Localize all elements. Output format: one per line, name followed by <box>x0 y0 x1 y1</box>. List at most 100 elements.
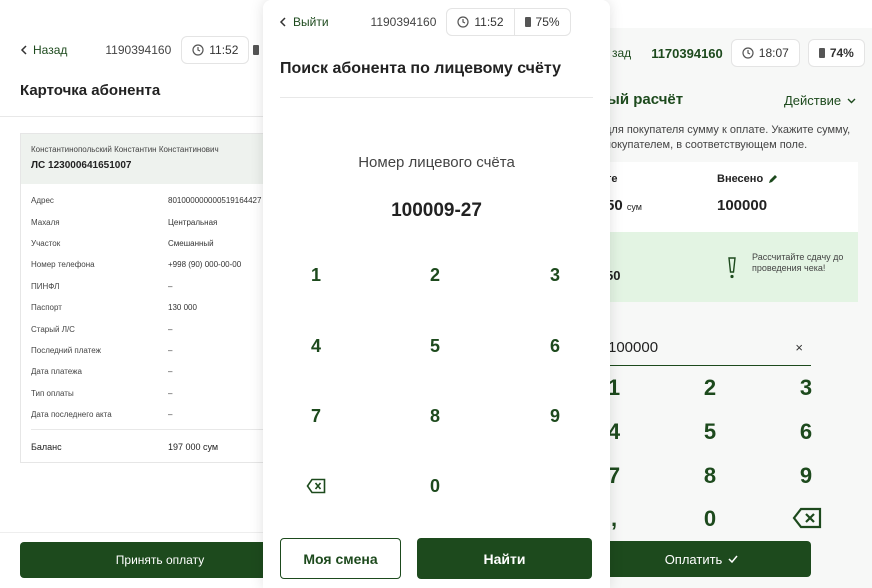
row-key: Последний платеж <box>31 345 101 355</box>
divider <box>31 429 280 431</box>
row-key: Старый Л/С <box>31 324 75 334</box>
exit-label: Выйти <box>293 15 329 29</box>
amount-input[interactable]: 100000 × <box>608 330 811 366</box>
clock-icon <box>742 47 754 59</box>
pencil-icon[interactable] <box>768 174 778 184</box>
change-warning: Рассчитайте сдачу до проведения чека! <box>752 252 844 273</box>
chevron-left-icon <box>20 45 27 55</box>
info-row: Номер телефона +998 (90) 000-00-00 <box>31 254 280 275</box>
back-label: Назад <box>33 43 68 57</box>
left-topbar: Назад 1190394160 11:52 <box>20 36 260 64</box>
row-value: – <box>168 388 173 398</box>
clock-icon <box>192 44 204 56</box>
row-value: – <box>168 324 173 334</box>
key-3[interactable]: 3 <box>786 375 826 401</box>
key-8[interactable]: 8 <box>690 463 730 489</box>
row-value: – <box>168 345 173 355</box>
info-row: Тип оплаты – <box>31 383 280 404</box>
battery-chip: 75% <box>514 8 571 36</box>
card-header: Константинопольский Константин Константи… <box>21 134 290 184</box>
time-chip: 11:52 <box>181 36 250 64</box>
key-5[interactable]: 5 <box>405 336 465 357</box>
account-number: 1190394160 <box>370 15 437 29</box>
due-value: 50 сум <box>606 197 642 214</box>
row-key: Тип оплаты <box>31 388 74 398</box>
action-dropdown[interactable]: Действие <box>784 93 856 108</box>
key-3[interactable]: 3 <box>525 265 585 286</box>
balance-value: 197 000 сум <box>168 442 219 453</box>
row-key: Махаля <box>31 217 60 227</box>
row-value: – <box>168 281 173 291</box>
subscriber-card-screen: Назад 1190394160 11:52 Карточка абонента… <box>0 0 290 588</box>
divider <box>280 97 593 98</box>
battery-icon <box>524 17 531 27</box>
chevron-left-icon <box>279 17 286 27</box>
key-9[interactable]: 9 <box>525 406 585 427</box>
key-9[interactable]: 9 <box>786 463 826 489</box>
page-title: Карточка абонента <box>20 82 161 99</box>
account-number: 1190394160 <box>105 43 172 57</box>
battery-label: 75% <box>535 15 560 29</box>
info-row: Дата последнего акта – <box>31 404 280 425</box>
info-rows: Адрес 801000000000519164427 Махаля Централ… <box>21 184 290 460</box>
row-value: – <box>168 367 173 377</box>
back-button[interactable]: зад <box>612 46 631 60</box>
key-5[interactable]: 5 <box>690 419 730 445</box>
account-number: 1170394160 <box>651 45 723 61</box>
row-value: – <box>168 410 173 420</box>
hint-text: для покупателя сумму к оплате. Укажите с… <box>605 124 851 151</box>
row-key: Адрес <box>31 196 54 206</box>
key-0[interactable]: 0 <box>405 476 465 497</box>
pay-button[interactable]: Оплатить <box>592 541 811 577</box>
right-topbar: зад 1170394160 18:07 74% <box>612 39 865 67</box>
row-value: 130 000 <box>168 303 197 313</box>
info-row: ПИНФЛ – <box>31 276 280 297</box>
battery-icon <box>818 48 825 58</box>
action-label: Действие <box>784 93 842 108</box>
time-label: 11:52 <box>474 15 504 29</box>
payment-calc-screen: зад 1170394160 18:07 74% ный расчёт Дейс… <box>592 28 872 588</box>
my-shift-button[interactable]: Моя смена <box>280 538 401 579</box>
page-title: ный расчёт <box>598 91 684 108</box>
chevron-down-icon <box>847 98 856 103</box>
center-topbar: Выйти 1190394160 11:52 75% <box>279 8 571 36</box>
amount-input-value: 100000 <box>608 339 659 356</box>
search-subscriber-screen: Выйти 1190394160 11:52 75% Поиск абонент… <box>263 0 610 588</box>
info-row: Последний платеж – <box>31 340 280 361</box>
row-key: ПИНФЛ <box>31 281 60 291</box>
paid-label-wrap: Внесено <box>717 173 778 185</box>
account-number-label: Номер лицевого счёта <box>358 154 515 171</box>
clock-icon <box>457 16 469 28</box>
key-6[interactable]: 6 <box>786 419 826 445</box>
time-chip: 18:07 <box>730 39 800 67</box>
key-7[interactable]: 7 <box>286 406 346 427</box>
key-2[interactable]: 2 <box>690 375 730 401</box>
key-6[interactable]: 6 <box>525 336 585 357</box>
exit-button[interactable]: Выйти <box>279 15 329 29</box>
divider <box>0 116 290 117</box>
row-value: +998 (90) 000-00-00 <box>168 260 242 270</box>
back-button[interactable]: Назад <box>20 43 67 57</box>
key-8[interactable]: 8 <box>405 406 465 427</box>
key-4[interactable]: 4 <box>286 336 346 357</box>
key-0[interactable]: 0 <box>690 506 730 532</box>
find-button[interactable]: Найти <box>417 538 592 579</box>
battery-chip: 74% <box>807 39 865 67</box>
amount-panel: те 50 сум Внесено 100000 <box>592 162 858 232</box>
clear-icon[interactable]: × <box>795 340 803 355</box>
battery-label: 74% <box>829 46 854 60</box>
info-row: Адрес 801000000000519164427 <box>31 190 280 211</box>
row-value: 801000000000519164427 <box>168 196 262 206</box>
accept-payment-button[interactable]: Принять оплату <box>20 542 290 578</box>
account-number-input[interactable]: 100009-27 <box>263 200 610 222</box>
row-key: Номер телефона <box>31 260 95 270</box>
change-box: 50 Рассчитайте сдачу до проведения чека! <box>592 232 858 302</box>
backspace-icon[interactable] <box>306 478 326 494</box>
key-1[interactable]: 1 <box>286 265 346 286</box>
row-value: Смешанный <box>168 238 214 248</box>
key-2[interactable]: 2 <box>405 265 465 286</box>
row-key: Участок <box>31 238 61 248</box>
backspace-icon[interactable] <box>792 507 822 529</box>
info-row: Махаля Центральная <box>31 211 280 232</box>
balance-label: Баланс <box>31 442 62 453</box>
